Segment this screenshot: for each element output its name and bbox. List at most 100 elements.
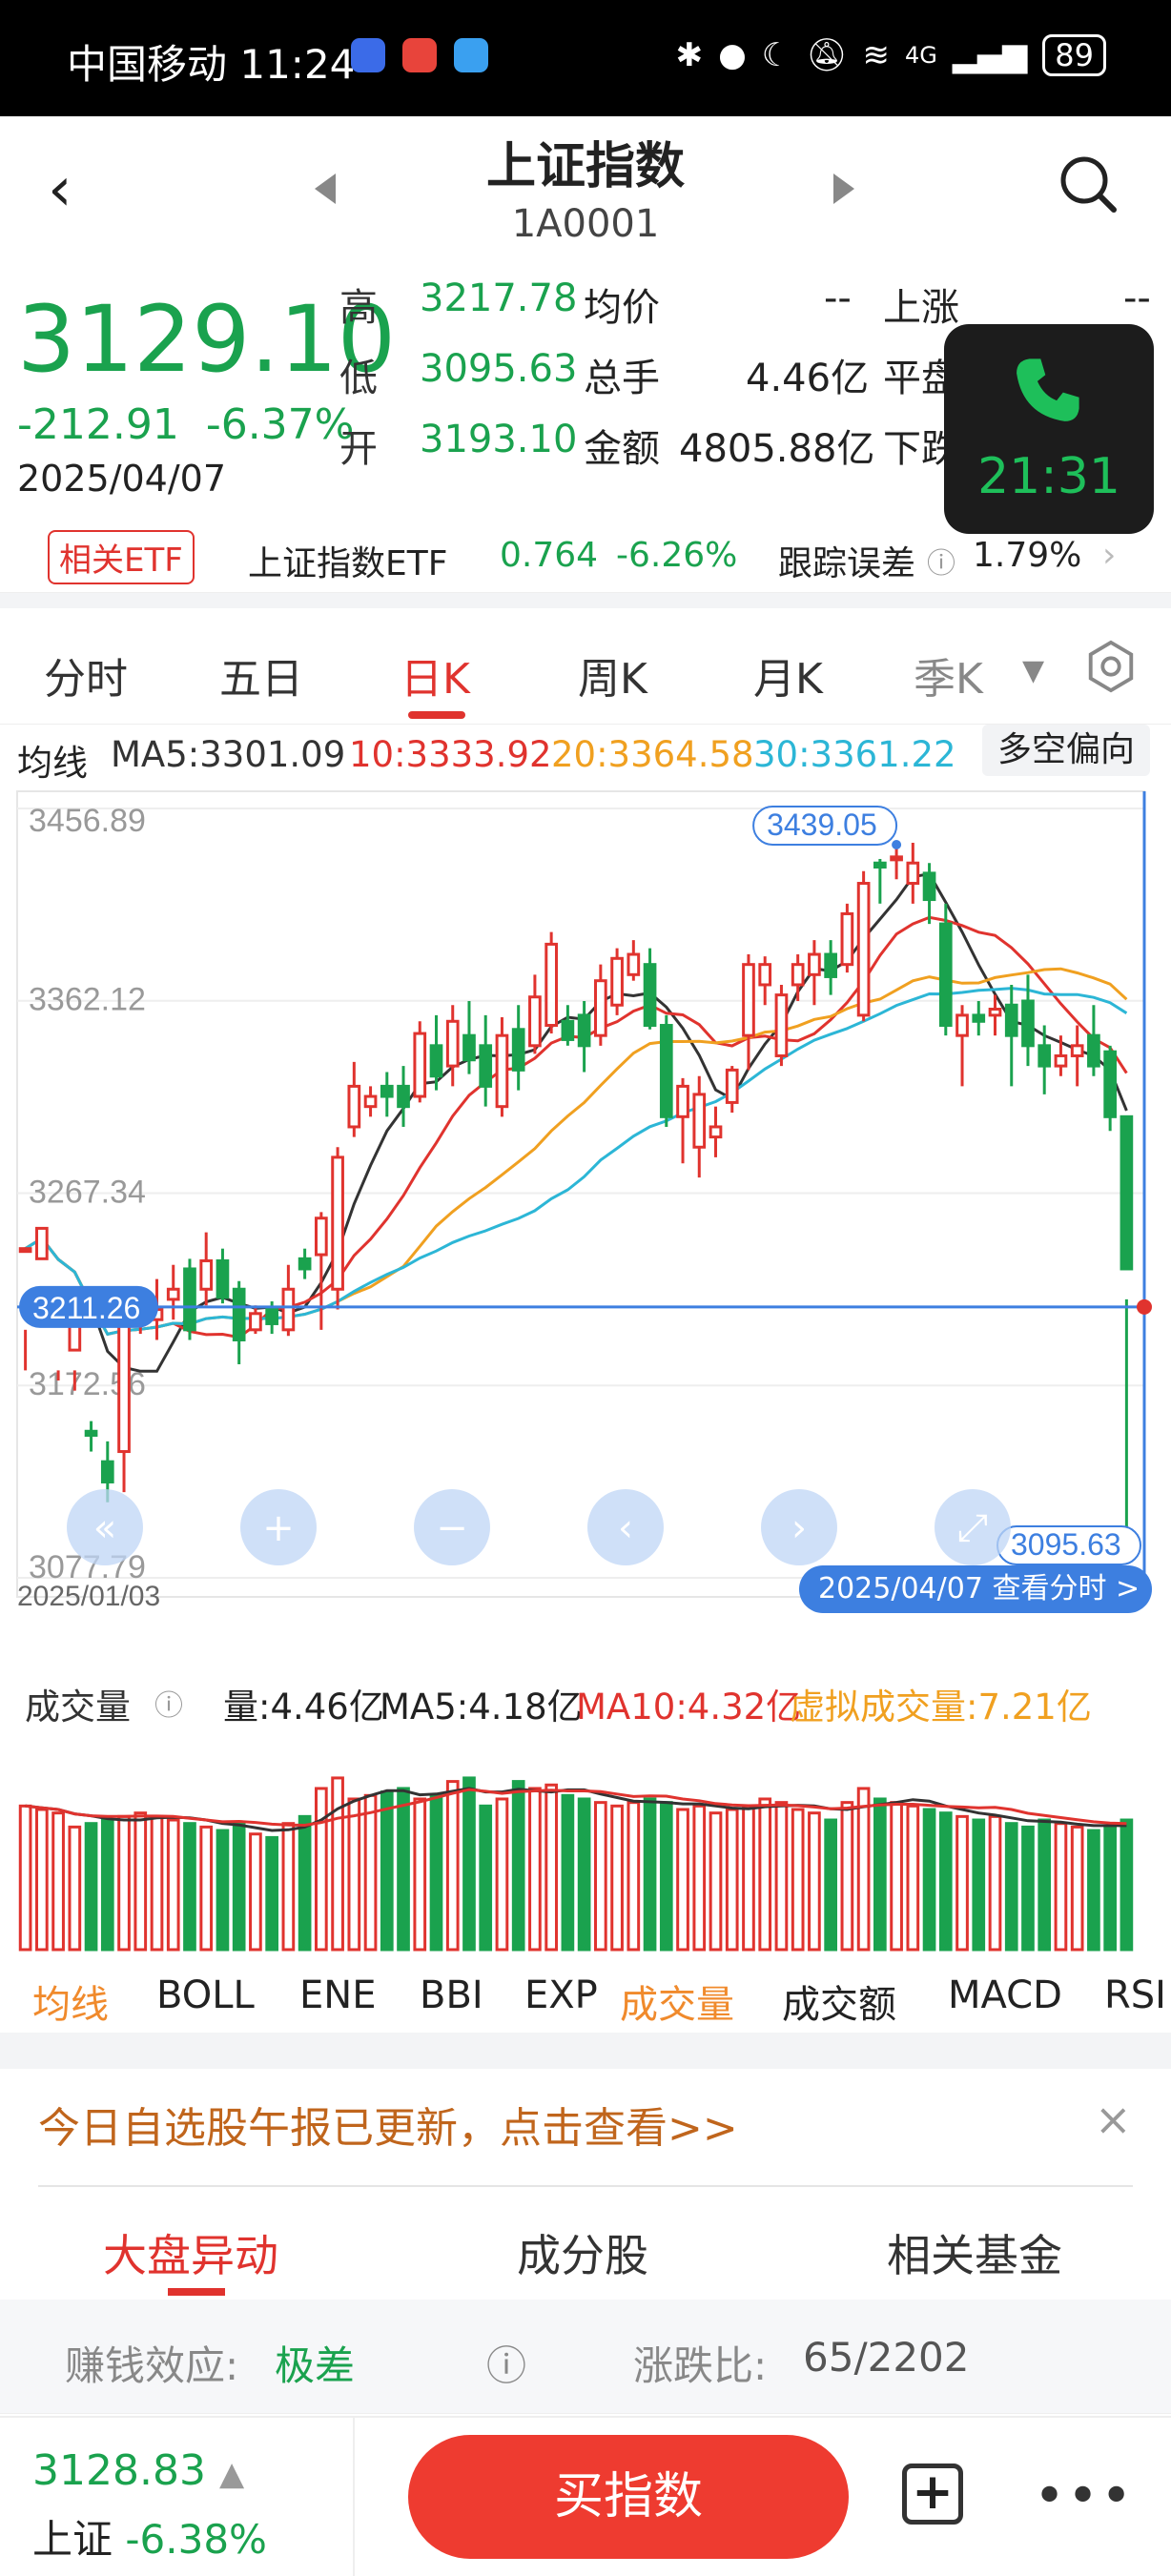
info-icon[interactable]: ⓘ: [486, 2334, 526, 2392]
candle: [906, 861, 920, 886]
volume-bar: [51, 1811, 65, 1952]
ind-tab-ma[interactable]: 均线: [32, 1973, 109, 2029]
tab-related-funds[interactable]: 相关基金: [887, 2221, 1062, 2284]
settings-icon[interactable]: [1083, 639, 1139, 694]
candle: [281, 1287, 296, 1332]
dropdown-icon[interactable]: ▼: [1022, 654, 1044, 687]
stock-code: 1A0001: [511, 202, 660, 246]
volume-bar: [183, 1822, 196, 1952]
volume-bar: [1054, 1822, 1068, 1952]
stat-label: 开: [339, 427, 378, 471]
ind-tab-ene[interactable]: ENE: [299, 1973, 376, 2017]
candle: [577, 1013, 591, 1048]
tracking-error-value: 1.79%: [973, 536, 1082, 575]
candle: [511, 1028, 525, 1072]
ind-tab-bbi[interactable]: BBI: [420, 1973, 483, 2017]
candle: [561, 1019, 575, 1041]
chevron-right-icon[interactable]: ›: [1102, 536, 1116, 575]
ma-label[interactable]: 均线: [17, 734, 88, 786]
ind-tab-exp[interactable]: EXP: [524, 1973, 598, 2017]
y-tick-label: 3362.12: [29, 982, 146, 1018]
candle: [742, 963, 755, 1037]
ind-tab-macd[interactable]: MACD: [948, 1973, 1062, 2017]
price-change: -212.91 -6.37%: [17, 400, 354, 449]
chart-frame: [16, 790, 1145, 1598]
bottom-index: 上证 -6.38%: [32, 2507, 267, 2566]
next-stock-icon[interactable]: [833, 174, 854, 204]
etf-name: 上证指数ETF: [248, 544, 448, 583]
candle: [1021, 999, 1035, 1048]
call-floating-widget[interactable]: 21:31: [944, 324, 1154, 534]
related-etf-button[interactable]: 相关ETF: [48, 530, 195, 584]
zoom-control-icon: «: [93, 1506, 116, 1550]
help-icon[interactable]: ⓘ: [154, 1682, 183, 1724]
app-notification-icon: [351, 38, 385, 72]
buy-index-button[interactable]: 买指数: [408, 2435, 849, 2559]
ma10-value: 10:3333.92: [349, 734, 552, 775]
candle: [659, 1024, 673, 1118]
volume-bar: [725, 1808, 739, 1952]
ind-tab-amount[interactable]: 成交额: [782, 1973, 896, 2029]
search-icon[interactable]: [1058, 154, 1118, 214]
zoom-control-icon: ‹: [618, 1506, 633, 1550]
phone-icon: [1017, 358, 1079, 421]
volume-bar: [347, 1797, 361, 1952]
ind-tab-rsi[interactable]: RSI: [1104, 1973, 1166, 2017]
tab-quarterly-k[interactable]: 季K: [914, 644, 983, 705]
related-etf-bar[interactable]: 相关ETF 上证指数ETF 0.764 -6.26% 跟踪误差 ⓘ 1.79% …: [0, 515, 1171, 593]
candle: [166, 1287, 180, 1301]
tab-monthly-k[interactable]: 月K: [753, 644, 823, 705]
report-notice[interactable]: 今日自选股午报已更新，点击查看>>: [38, 2094, 738, 2155]
status-right: ✱ ● ☾ 🔕︎ ≋ 4G ▂▄▆ 89: [676, 34, 1106, 76]
ind-tab-volume[interactable]: 成交量: [620, 1973, 734, 2029]
candle: [709, 1125, 723, 1139]
low-price: 3095.63: [1011, 1527, 1121, 1562]
tab-market-movement[interactable]: 大盘异动: [103, 2221, 278, 2284]
tab-weekly-k[interactable]: 周K: [578, 644, 647, 705]
stat-vol-value: 4.46亿: [746, 357, 870, 400]
divider: [0, 2033, 1171, 2069]
stat-amt-label: 金额: [584, 427, 660, 471]
volume-bar: [791, 1808, 805, 1952]
volume-bar: [873, 1797, 887, 1952]
volume-bar: [18, 1804, 32, 1952]
info-icon[interactable]: ⓘ: [927, 540, 955, 582]
tab-intraday[interactable]: 分时: [44, 644, 128, 705]
volume-bar: [199, 1825, 214, 1952]
volume-bar: [856, 1787, 871, 1952]
volume-bar: [35, 1808, 49, 1952]
volume-bar: [1120, 1818, 1134, 1952]
moon-icon: ☾: [761, 36, 791, 74]
ind-tab-boll[interactable]: BOLL: [156, 1973, 255, 2017]
volume-bar: [495, 1797, 509, 1952]
candle: [380, 1084, 394, 1098]
tab-constituents[interactable]: 成分股: [517, 2221, 648, 2284]
status-bar: 中国移动 11:24 ✱ ● ☾ 🔕︎ ≋ 4G ▂▄▆ 89: [0, 0, 1171, 116]
high-dot: [892, 839, 902, 849]
candle: [1070, 1044, 1084, 1057]
candle: [495, 1033, 509, 1109]
volume-bar: [955, 1814, 969, 1952]
kline-chart[interactable]: 3456.893362.123267.343172.563077.79 3211…: [0, 782, 1171, 1621]
candle: [791, 963, 805, 987]
change-value: -212.91: [17, 400, 179, 449]
more-icon[interactable]: •••: [1034, 2465, 1134, 2527]
candle: [643, 963, 657, 1028]
volume-legend: 成交量 ⓘ 量:4.46亿 MA5:4.18亿 MA10:4.32亿 虚拟成交量…: [0, 1670, 1171, 1728]
tab-five-day[interactable]: 五日: [219, 644, 303, 705]
volume-bar: [117, 1814, 131, 1952]
candle: [331, 1155, 344, 1291]
etf-pct: -6.26%: [616, 536, 738, 575]
add-watchlist-icon[interactable]: +: [902, 2464, 963, 2525]
candle: [183, 1267, 196, 1332]
active-tab-indicator: [408, 711, 465, 719]
close-icon[interactable]: ×: [1095, 2094, 1132, 2145]
volume-bar: [676, 1808, 689, 1952]
bull-bear-bias-button[interactable]: 多空偏向: [982, 725, 1150, 776]
candle: [429, 1044, 443, 1078]
tab-daily-k[interactable]: 日K: [401, 644, 470, 705]
status-app-icons: [351, 38, 488, 72]
stat-low: 低: [339, 347, 378, 402]
candle: [988, 1008, 1002, 1017]
volume-bar: [577, 1797, 591, 1952]
